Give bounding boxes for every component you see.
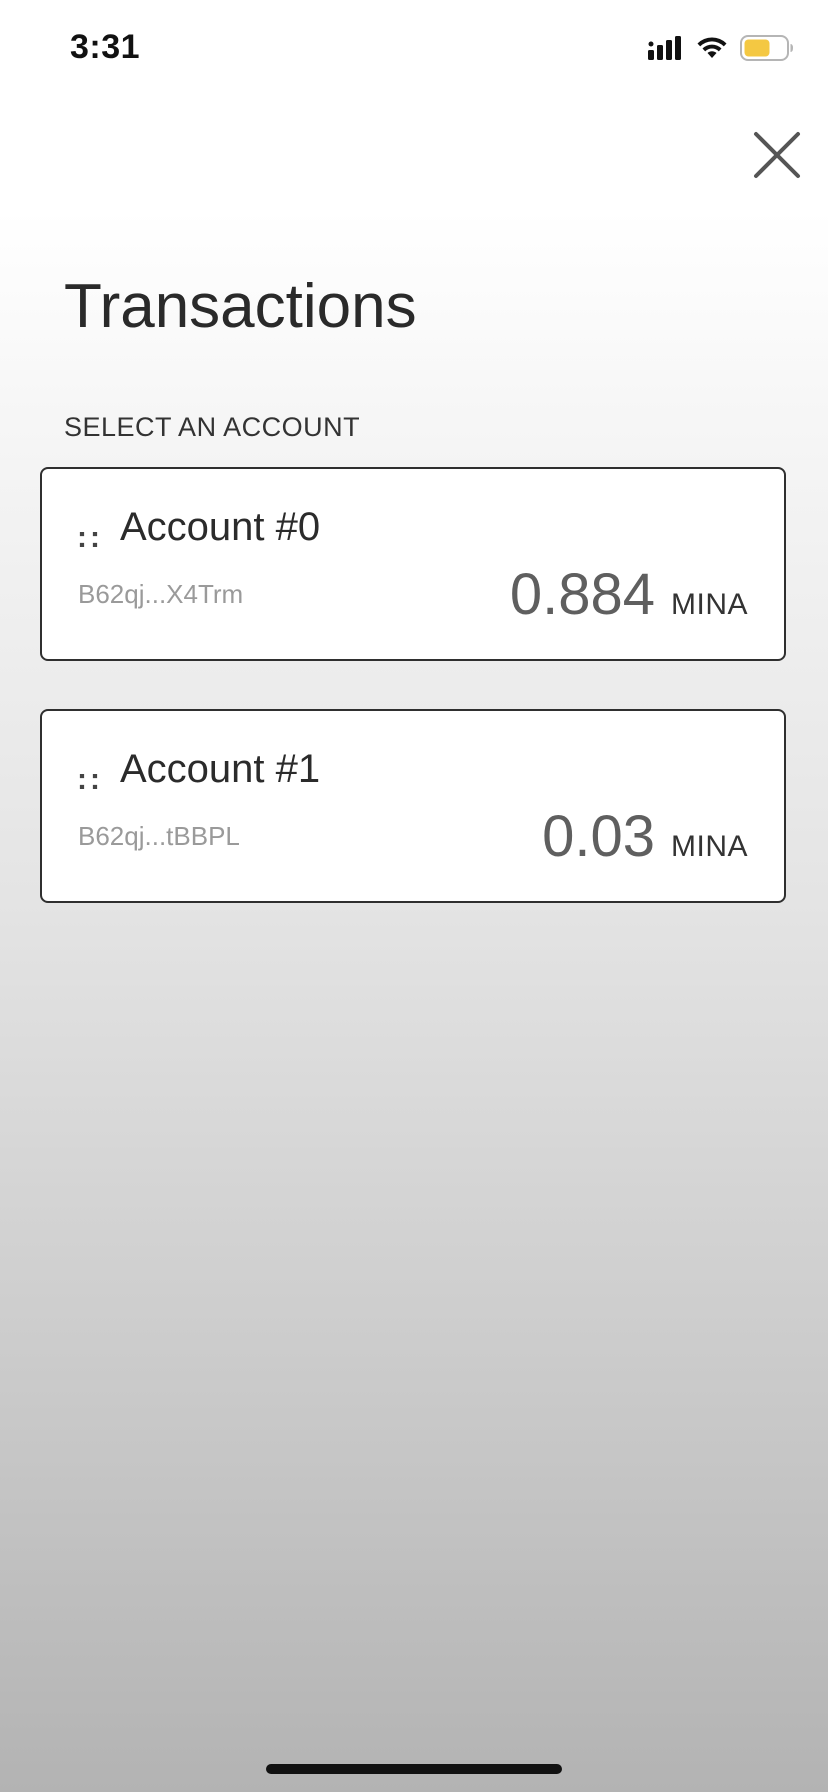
battery-icon	[740, 34, 794, 66]
wifi-icon	[696, 36, 728, 65]
home-indicator[interactable]	[266, 1764, 562, 1774]
balance-unit: MINA	[671, 588, 748, 621]
balance-unit: MINA	[671, 830, 748, 863]
status-bar: 3:31	[0, 0, 828, 100]
page-title: Transactions	[64, 272, 417, 341]
status-time: 3:31	[70, 28, 141, 66]
account-balance: 0.03 MINA	[542, 803, 748, 870]
account-address: B62qj...tBBPL	[78, 821, 240, 851]
account-card-0[interactable]: :: Account #0 B62qj...X4Trm 0.884 MINA	[40, 467, 786, 661]
section-label: SELECT AN ACCOUNT	[64, 412, 361, 442]
status-icons	[648, 34, 794, 66]
account-name: Account #1	[120, 747, 321, 791]
cellular-signal-icon	[648, 35, 684, 65]
drag-handle-icon[interactable]: ::	[77, 763, 103, 797]
balance-value: 0.03	[542, 804, 655, 869]
close-icon	[754, 132, 800, 178]
close-button[interactable]	[750, 128, 804, 182]
account-card-1[interactable]: :: Account #1 B62qj...tBBPL 0.03 MINA	[40, 709, 786, 903]
balance-value: 0.884	[509, 562, 655, 627]
drag-handle-icon[interactable]: ::	[77, 521, 103, 555]
account-address: B62qj...X4Trm	[78, 579, 244, 609]
account-name: Account #0	[120, 505, 321, 549]
account-balance: 0.884 MINA	[510, 561, 748, 628]
